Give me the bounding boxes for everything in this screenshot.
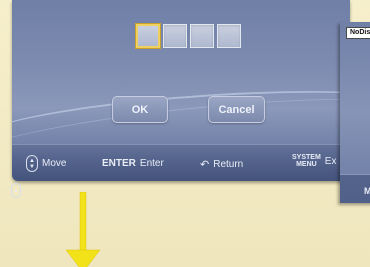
hint-move: ▲ ▼ Move	[26, 155, 66, 172]
hint-exit-label: Ex	[324, 155, 337, 167]
second-screen-up-down-icon: ▲	[11, 183, 21, 198]
down-arrow-icon	[65, 192, 101, 267]
hint-enter: ENTER Enter	[102, 158, 164, 169]
pin-digit-4[interactable]	[217, 24, 241, 48]
hint-enter-label: Enter	[139, 158, 164, 169]
stage: OK Cancel ▲ ▼ Move ENTER Enter ↶ Return S…	[0, 0, 370, 267]
return-arrow-icon: ↶	[200, 159, 210, 171]
enter-key-label: ENTER	[102, 158, 136, 169]
footer-hint-bar: ▲ ▼ Move ENTER Enter ↶ Return SYSTEM MENU…	[12, 144, 350, 181]
hint-return: ↶ Return	[200, 158, 243, 171]
second-screen	[340, 22, 370, 203]
second-screen-footer-text: M	[364, 186, 370, 196]
system-menu-key: SYSTEM MENU	[292, 154, 321, 168]
pin-digit-1[interactable]	[136, 24, 160, 48]
system-menu-line1: SYSTEM	[292, 154, 321, 161]
ok-button[interactable]: OK	[112, 96, 168, 123]
hint-return-label: Return	[213, 159, 244, 170]
hint-system-menu: SYSTEM MENU Ex	[292, 154, 336, 168]
system-menu-line2: MENU	[296, 161, 317, 168]
pin-entry-screen: OK Cancel ▲ ▼ Move ENTER Enter ↶ Return S…	[12, 0, 350, 181]
pin-input-row	[136, 24, 241, 48]
cancel-button[interactable]: Cancel	[208, 96, 265, 123]
up-down-icon: ▲ ▼	[26, 155, 38, 172]
hint-move-label: Move	[42, 158, 67, 169]
pin-digit-3[interactable]	[190, 24, 214, 48]
second-screen-label: NoDis	[346, 27, 370, 39]
pin-digit-2[interactable]	[163, 24, 187, 48]
